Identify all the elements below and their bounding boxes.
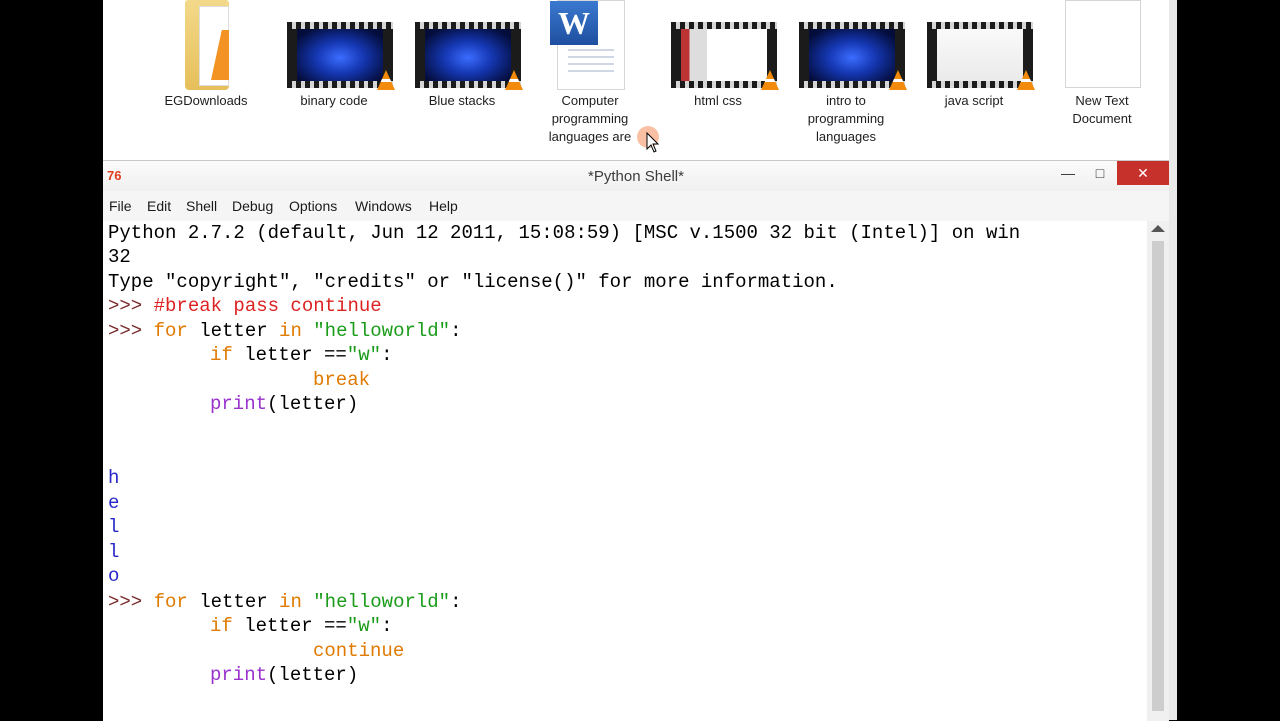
window-title: *Python Shell* — [588, 168, 684, 185]
desktop-icon-intro-to-programming[interactable]: intro to programming languages — [789, 0, 907, 146]
menu-file[interactable]: File — [109, 198, 132, 214]
string-literal: "w" — [346, 615, 382, 637]
desktop-icon-label: java script — [944, 93, 1004, 108]
comment: #break pass continue — [153, 295, 382, 317]
video-file-icon — [287, 22, 395, 90]
keyword: in — [279, 320, 302, 342]
mouse-cursor-icon — [646, 132, 660, 153]
desktop-icon-label: Computer programming languages are used … — [548, 93, 632, 144]
desktop-icon-java-script[interactable]: java script — [917, 0, 1035, 110]
desktop-icon-html-css[interactable]: html css — [661, 0, 779, 110]
video-file-icon — [927, 22, 1035, 90]
code-line: continue — [108, 639, 404, 663]
keyword: continue — [313, 640, 405, 662]
scroll-up-arrow-icon[interactable] — [1151, 225, 1165, 232]
video-file-icon — [671, 22, 779, 90]
video-file-icon — [415, 22, 523, 90]
keyword: if — [210, 344, 233, 366]
banner-line: Python 2.7.2 (default, Jun 12 2011, 15:0… — [108, 222, 1021, 244]
code-line: print(letter) — [108, 392, 358, 416]
word-logo: W — [550, 1, 598, 45]
video-file-icon — [799, 22, 907, 90]
builtin: print — [210, 393, 268, 415]
window-edge — [1169, 0, 1177, 720]
desktop-icon-label: intro to programming languages — [807, 93, 885, 144]
folder-icon — [185, 0, 229, 90]
output-line: e — [108, 492, 120, 514]
desktop-background: EGDownloads binary code Blue stacks W Co… — [103, 0, 1169, 160]
identifier: (letter) — [267, 393, 359, 415]
title-bar[interactable]: 76 *Python Shell* — □ ✕ — [103, 161, 1169, 191]
python-shell-window: 76 *Python Shell* — □ ✕ File Edit Shell … — [103, 160, 1169, 721]
menu-windows[interactable]: Windows — [355, 198, 412, 214]
menu-debug[interactable]: Debug — [232, 198, 273, 214]
menu-options[interactable]: Options — [289, 198, 337, 214]
code-line: print(letter) — [108, 663, 358, 687]
punctuation: : — [450, 591, 462, 613]
shell-prompt: >>> — [108, 295, 154, 317]
keyword: if — [210, 615, 233, 637]
info-line: Type "copyright", "credits" or "license(… — [108, 271, 838, 293]
desktop-icon-label: html css — [694, 93, 742, 108]
identifier: (letter) — [267, 664, 359, 686]
shell-prompt: >>> — [108, 591, 154, 613]
shell-prompt: >>> — [108, 320, 154, 342]
desktop-icon-blue-stacks[interactable]: Blue stacks — [405, 0, 523, 110]
word-document-icon: W — [550, 0, 625, 90]
punctuation: : — [450, 320, 462, 342]
code-line: >>> for letter in "helloworld": — [108, 319, 462, 343]
menu-bar: File Edit Shell Debug Options Windows He… — [103, 191, 1169, 221]
identifier: letter == — [232, 615, 347, 637]
output-line: l — [108, 541, 120, 563]
identifier: letter == — [232, 344, 347, 366]
vertical-scrollbar[interactable] — [1147, 221, 1169, 721]
string-literal: "w" — [346, 344, 382, 366]
string-literal: "helloworld" — [313, 320, 451, 342]
shell-text-area[interactable]: Python 2.7.2 (default, Jun 12 2011, 15:0… — [103, 221, 1147, 721]
builtin: print — [210, 664, 268, 686]
string-literal: "helloworld" — [313, 591, 451, 613]
desktop-icon-computer-programming[interactable]: W Computer programming languages are use… — [533, 0, 647, 146]
scrollbar-thumb[interactable] — [1152, 241, 1164, 711]
code-line: if letter =="w": — [108, 614, 392, 638]
menu-edit[interactable]: Edit — [147, 198, 171, 214]
maximize-button[interactable]: □ — [1085, 161, 1115, 185]
output-line: o — [108, 565, 120, 587]
code-line: if letter =="w": — [108, 343, 392, 367]
desktop-icon-binary-code[interactable]: binary code — [277, 0, 395, 110]
desktop-icon-label: binary code — [300, 93, 368, 108]
desktop-icon-label: EGDownloads — [164, 93, 248, 108]
desktop-icon-label: Blue stacks — [428, 93, 496, 108]
keyword: in — [279, 591, 302, 613]
punctuation: : — [381, 344, 393, 366]
banner-line: 32 — [108, 246, 131, 268]
desktop-icon-new-text-document[interactable]: New Text Document — [1045, 0, 1159, 128]
identifier: letter — [187, 591, 280, 613]
keyword: for — [153, 320, 188, 342]
minimize-button[interactable]: — — [1053, 161, 1083, 185]
code-line: >>> for letter in "helloworld": — [108, 590, 462, 614]
keyword: break — [313, 369, 371, 391]
code-line: >>> #break pass continue — [108, 294, 382, 318]
output-line: l — [108, 516, 120, 538]
output-line: h — [108, 467, 120, 489]
menu-shell[interactable]: Shell — [186, 198, 217, 214]
code-line: break — [108, 368, 370, 392]
punctuation: : — [381, 615, 393, 637]
close-button[interactable]: ✕ — [1117, 161, 1169, 185]
identifier: letter — [187, 320, 280, 342]
text-document-icon — [1065, 0, 1141, 88]
menu-help[interactable]: Help — [429, 198, 458, 214]
desktop-icon-label: New Text Document — [1072, 93, 1132, 126]
desktop-icon-egdownloads[interactable]: EGDownloads — [149, 0, 263, 110]
keyword: for — [153, 591, 188, 613]
